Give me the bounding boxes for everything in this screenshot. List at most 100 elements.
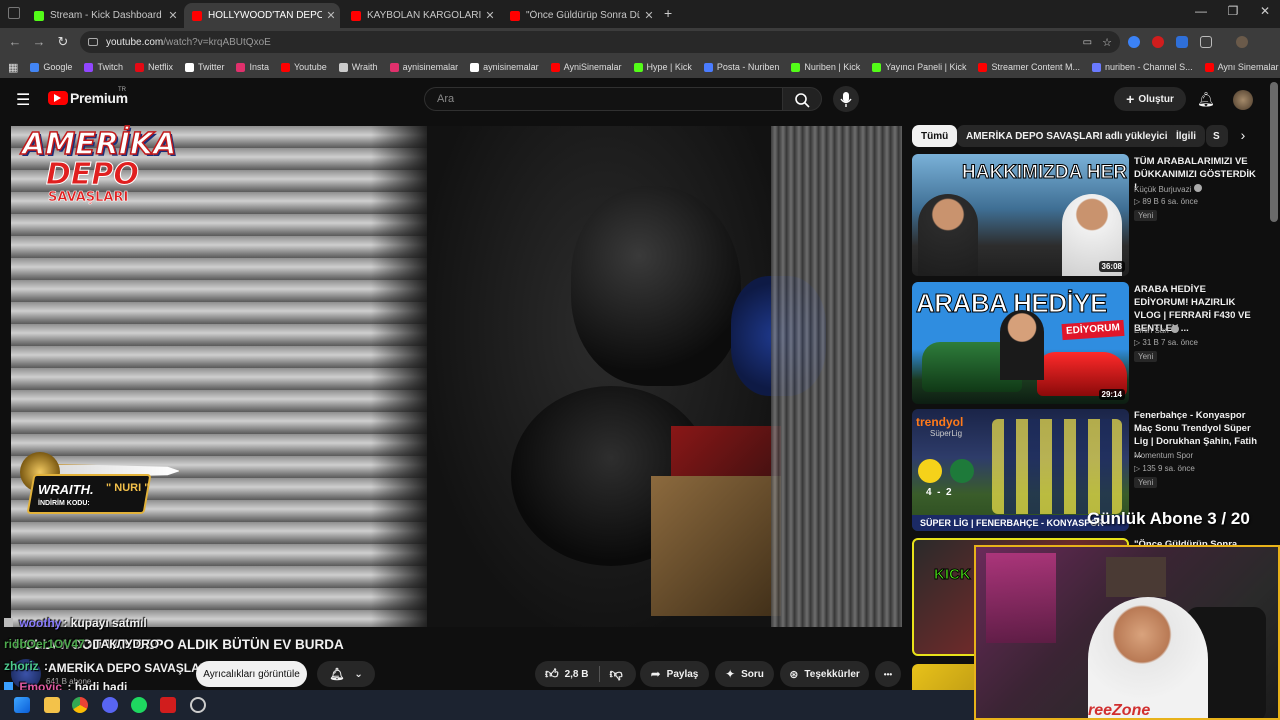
profile-avatar[interactable] bbox=[1236, 36, 1248, 48]
account-avatar[interactable] bbox=[1233, 90, 1253, 110]
windows-start-icon[interactable] bbox=[14, 697, 30, 713]
share-button[interactable]: ➦ Paylaş bbox=[640, 661, 709, 687]
close-tab-icon[interactable]: ✕ bbox=[164, 9, 182, 22]
close-tab-icon[interactable]: ✕ bbox=[322, 9, 340, 22]
menu-icon[interactable]: ☰ bbox=[16, 90, 30, 110]
bookmark-item[interactable]: AyniSinemalar bbox=[550, 62, 622, 72]
browser-tab[interactable]: "Önce Güldürüp Sonra Düşündü ✕ bbox=[502, 3, 658, 28]
close-window-button[interactable]: ✕ bbox=[1250, 4, 1280, 18]
extension-icon[interactable] bbox=[1128, 36, 1140, 48]
view-perks-button[interactable]: Ayrıcalıkları görüntüle bbox=[196, 661, 307, 687]
chat-text: kupayı satmıl bbox=[67, 616, 147, 630]
apps-grid-icon[interactable]: ▦ bbox=[8, 61, 18, 74]
bookmark-item[interactable]: Youtube bbox=[281, 62, 327, 72]
close-tab-icon[interactable]: ✕ bbox=[481, 9, 499, 22]
browser-tab[interactable]: KAYBOLAN KARGOLARI SATIN ✕ bbox=[343, 3, 499, 28]
new-tab-button[interactable]: + bbox=[664, 5, 672, 21]
bookmark-star-icon[interactable]: ☆ bbox=[1102, 36, 1112, 49]
page-scrollbar[interactable] bbox=[1270, 82, 1278, 222]
thanks-button[interactable]: ⊛ Teşekkürler bbox=[780, 661, 869, 687]
rec-channel-name: Emin San bbox=[1134, 326, 1169, 335]
forward-arrow-icon[interactable]: → bbox=[30, 34, 48, 49]
more-actions-button[interactable]: ••• bbox=[875, 661, 901, 687]
bookmark-item[interactable]: Hype | Kick bbox=[633, 62, 692, 72]
bookmark-item[interactable]: Netflix bbox=[134, 62, 173, 72]
url-bar[interactable]: youtube.com /watch?v=krqABUtQxoE ▭ ☆ bbox=[80, 31, 1120, 53]
chat-text: ТАКЛУDRO bbox=[90, 637, 160, 651]
bookmark-item[interactable]: Google bbox=[30, 62, 72, 72]
tab-search-icon[interactable] bbox=[8, 7, 20, 19]
chip-more[interactable]: S bbox=[1206, 125, 1228, 147]
chevron-right-icon[interactable]: › bbox=[1234, 127, 1252, 145]
rec-meta: ▷ 135 9 sa. önce bbox=[1134, 464, 1195, 473]
like-dislike-group: 👍︎ 2,8 B 👎︎ bbox=[535, 661, 636, 687]
extension-icon[interactable] bbox=[1152, 36, 1164, 48]
file-explorer-icon[interactable] bbox=[44, 697, 60, 713]
chat-username: zhoriz bbox=[4, 659, 39, 673]
bookmark-item[interactable]: nuriben - Channel S... bbox=[1092, 62, 1193, 72]
rec-channel[interactable]: Küçük Burjuvazi bbox=[1134, 184, 1202, 194]
bookmark-item[interactable]: aynisinemalar bbox=[389, 62, 459, 72]
discord-icon[interactable] bbox=[102, 697, 118, 713]
close-tab-icon[interactable]: ✕ bbox=[640, 9, 658, 22]
shield-icon[interactable] bbox=[1176, 36, 1188, 48]
ask-label: Soru bbox=[741, 668, 764, 680]
minimize-button[interactable]: — bbox=[1186, 4, 1216, 18]
maximize-button[interactable]: ❐ bbox=[1218, 4, 1248, 18]
super-thanks-icon: ⊛ bbox=[789, 668, 799, 681]
thumbs-down-icon[interactable]: 👎︎ bbox=[610, 666, 623, 682]
bookmark-label: aynisinemalar bbox=[402, 62, 459, 72]
divider bbox=[598, 666, 600, 682]
bookmark-item[interactable]: Wraith bbox=[338, 62, 378, 72]
logo-line: AMERİKA bbox=[21, 127, 177, 162]
bookmark-item[interactable]: Insta bbox=[236, 62, 269, 72]
bookmark-item[interactable]: Twitter bbox=[184, 62, 224, 72]
voice-search-button[interactable] bbox=[833, 86, 859, 112]
extensions-puzzle-icon[interactable] bbox=[1200, 36, 1212, 48]
bookmark-item[interactable]: Twitch bbox=[84, 62, 123, 72]
rec-thumbnail[interactable]: HAKKIMIZDA HER ŞEY! 36:08 bbox=[912, 154, 1129, 276]
notifications-bell-icon[interactable]: 🔔︎ bbox=[1197, 91, 1215, 108]
video-duration: 29:14 bbox=[1098, 389, 1125, 400]
rec-channel-name: Küçük Burjuvazi bbox=[1134, 185, 1192, 194]
thumbnail-badge: EDİYORUM bbox=[1061, 319, 1125, 341]
bookmark-item[interactable]: Yayıncı Paneli | Kick bbox=[872, 62, 966, 72]
channel-name[interactable]: AMERİKA DEPO SAVAŞLARI bbox=[48, 661, 212, 675]
bookmark-label: Nuriben | Kick bbox=[804, 62, 861, 72]
chrome-icon[interactable] bbox=[72, 697, 88, 713]
bookmark-item[interactable]: Nuriben | Kick bbox=[791, 62, 860, 72]
reload-icon[interactable]: ↻ bbox=[54, 34, 72, 50]
app-icon[interactable] bbox=[160, 697, 176, 713]
rec-channel[interactable]: Momentum Spor bbox=[1134, 451, 1193, 460]
thumbnail-brand: trendyol bbox=[916, 415, 964, 429]
video-frame-object bbox=[651, 476, 781, 616]
bookmark-item[interactable]: aynisinemalar bbox=[470, 62, 539, 72]
browser-tab-strip: Stream - Kick Dashboard ✕ HOLLYWOOD'TAN … bbox=[0, 0, 1280, 28]
create-button[interactable]: + Oluştur bbox=[1114, 87, 1186, 111]
rec-channel[interactable]: Emin San bbox=[1134, 325, 1179, 335]
search-input[interactable]: Ara bbox=[424, 87, 782, 111]
bookmark-favicon-icon bbox=[338, 62, 348, 72]
site-info-icon[interactable] bbox=[88, 38, 98, 46]
chip-from-uploader[interactable]: AMERİKA DEPO SAVAŞLARI adlı yükleyiciden bbox=[957, 125, 1195, 147]
new-badge: Yeni bbox=[1134, 477, 1158, 488]
spotify-icon[interactable] bbox=[131, 697, 147, 713]
search-button[interactable] bbox=[782, 87, 822, 111]
ask-button[interactable]: ✦ Soru bbox=[715, 661, 774, 687]
bookmark-item[interactable]: Streamer Content M... bbox=[978, 62, 1080, 72]
chip-related[interactable]: İlgili bbox=[1167, 125, 1205, 147]
cast-icon[interactable]: ▭ bbox=[1083, 37, 1092, 48]
bookmark-label: Aynı Sinemalar - Ça... bbox=[1217, 62, 1280, 72]
chip-all[interactable]: Tümü bbox=[912, 125, 958, 147]
browser-tab[interactable]: Stream - Kick Dashboard ✕ bbox=[26, 3, 182, 28]
webcam-background-light bbox=[986, 553, 1056, 643]
back-arrow-icon[interactable]: ← bbox=[6, 34, 24, 49]
chat-username: ridbOer1OV47 bbox=[4, 637, 85, 651]
like-button[interactable]: 👍︎ 2,8 B bbox=[545, 666, 589, 682]
obs-icon[interactable] bbox=[190, 697, 206, 713]
subscription-bell-button[interactable]: 🔔︎ ⌄ bbox=[317, 661, 375, 687]
bookmark-item[interactable]: Posta - Nuriben bbox=[703, 62, 779, 72]
bookmark-item[interactable]: Aynı Sinemalar - Ça... bbox=[1204, 62, 1280, 72]
rec-thumbnail[interactable]: ARABA HEDİYE EDİYORUM 29:14 bbox=[912, 282, 1129, 404]
browser-tab-active[interactable]: HOLLYWOOD'TAN DEPO ALDIK ✕ bbox=[184, 3, 340, 28]
